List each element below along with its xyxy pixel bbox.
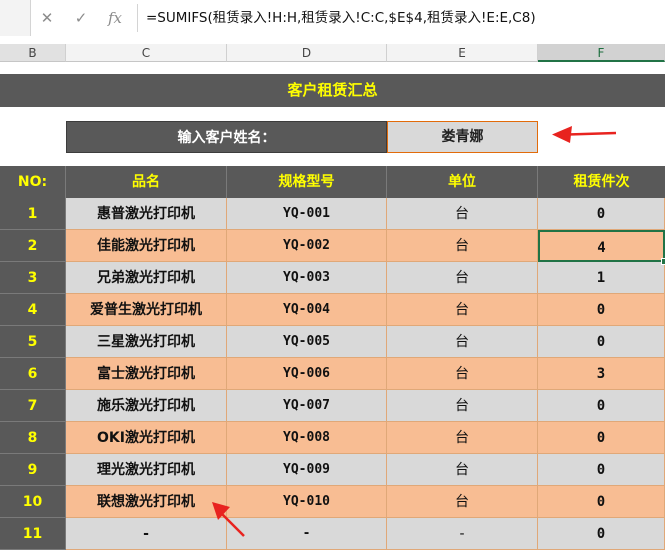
cell-model[interactable]: YQ-010 — [227, 486, 387, 518]
table-row: 6 富士激光打印机 YQ-006 台 3 — [0, 358, 665, 390]
cell-no[interactable]: 2 — [0, 230, 66, 262]
fill-handle[interactable] — [661, 258, 665, 265]
cell-unit[interactable]: 台 — [387, 230, 538, 262]
cell-name[interactable]: 施乐激光打印机 — [66, 390, 227, 422]
cell-no[interactable]: 7 — [0, 390, 66, 422]
cell-no[interactable]: 5 — [0, 326, 66, 358]
cell-unit[interactable]: - — [387, 518, 538, 550]
cell-no[interactable]: 10 — [0, 486, 66, 518]
table-row: 1 惠普激光打印机 YQ-001 台 0 — [0, 198, 665, 230]
cell-model[interactable]: YQ-006 — [227, 358, 387, 390]
cell-model[interactable]: YQ-008 — [227, 422, 387, 454]
cell-unit[interactable]: 台 — [387, 390, 538, 422]
name-box-edge[interactable] — [0, 0, 31, 36]
cell-name[interactable]: 三星激光打印机 — [66, 326, 227, 358]
header-count[interactable]: 租赁件次 — [538, 166, 665, 198]
formula-input[interactable]: =SUMIFS(租赁录入!H:H,租赁录入!C:C,$E$4,租赁录入!E:E,… — [146, 0, 536, 36]
annotation-arrow-customer — [552, 126, 617, 143]
table-row: 9 理光激光打印机 YQ-009 台 0 — [0, 454, 665, 486]
table-row: 11- - -0 — [0, 518, 665, 550]
cell-model[interactable]: YQ-005 — [227, 326, 387, 358]
table-header-row: NO: 品名 规格型号 单位 租赁件次 — [0, 166, 665, 198]
cell-no[interactable]: 3 — [0, 262, 66, 294]
cell-model[interactable]: YQ-001 — [227, 198, 387, 230]
check-icon[interactable]: ✓ — [64, 4, 98, 32]
formula-bar-divider — [137, 4, 138, 32]
customer-name-label: 输入客户姓名： — [66, 121, 387, 153]
cell-name[interactable]: 爱普生激光打印机 — [66, 294, 227, 326]
cell-unit[interactable]: 台 — [387, 262, 538, 294]
cell-count[interactable]: 0 — [538, 326, 665, 358]
cell-model[interactable]: YQ-002 — [227, 230, 387, 262]
cell-no[interactable]: 6 — [0, 358, 66, 390]
cell-name[interactable]: OKI激光打印机 — [66, 422, 227, 454]
cell-count[interactable]: 0 — [538, 422, 665, 454]
header-model[interactable]: 规格型号 — [227, 166, 387, 198]
column-header-d[interactable]: D — [227, 44, 387, 62]
formula-bar-buttons: ✕ ✓ fx — [30, 4, 136, 32]
cell-no[interactable]: 9 — [0, 454, 66, 486]
cell-name[interactable]: 理光激光打印机 — [66, 454, 227, 486]
cell-name[interactable]: 富士激光打印机 — [66, 358, 227, 390]
cell-count[interactable]: 0 — [538, 294, 665, 326]
cell-unit[interactable]: 台 — [387, 486, 538, 518]
cell-model[interactable]: YQ-009 — [227, 454, 387, 486]
cell-no[interactable]: 1 — [0, 198, 66, 230]
cell-name[interactable]: 兄弟激光打印机 — [66, 262, 227, 294]
cell-count[interactable]: 0 — [538, 390, 665, 422]
cell-count[interactable]: 3 — [538, 358, 665, 390]
cell-model[interactable]: YQ-004 — [227, 294, 387, 326]
fx-icon[interactable]: fx — [98, 4, 132, 32]
table-row: 3 兄弟激光打印机 YQ-003 台 1 — [0, 262, 665, 294]
cell-unit[interactable]: 台 — [387, 198, 538, 230]
cell-unit[interactable]: 台 — [387, 294, 538, 326]
cell-name[interactable]: 惠普激光打印机 — [66, 198, 227, 230]
close-icon[interactable]: ✕ — [30, 4, 64, 32]
cell-model[interactable]: - — [227, 518, 387, 550]
cell-count[interactable]: 0 — [538, 198, 665, 230]
cell-model[interactable]: YQ-003 — [227, 262, 387, 294]
cell-no[interactable]: 4 — [0, 294, 66, 326]
cell-name[interactable]: - — [66, 518, 227, 550]
cell-count[interactable]: 1 — [538, 262, 665, 294]
header-unit[interactable]: 单位 — [387, 166, 538, 198]
cell-count[interactable]: 0 — [538, 486, 665, 518]
cell-unit[interactable]: 台 — [387, 422, 538, 454]
cell-name[interactable]: 联想激光打印机 — [66, 486, 227, 518]
table-row: 10 联想激光打印机 YQ-010 台 0 — [0, 486, 665, 518]
table-row: 2 佳能激光打印机 YQ-002 台 4 — [0, 230, 665, 262]
sheet-title: 客户租赁汇总 — [0, 74, 665, 107]
table-row: 4 爱普生激光打印机 YQ-004 台 0 — [0, 294, 665, 326]
annotation-arrow-row — [212, 502, 245, 537]
table-row: 5 三星激光打印机 YQ-005 台 0 — [0, 326, 665, 358]
cell-no[interactable]: 11 — [0, 518, 66, 550]
active-cell[interactable]: 4 — [538, 230, 665, 262]
cell-no[interactable]: 8 — [0, 422, 66, 454]
cell-unit[interactable]: 台 — [387, 454, 538, 486]
cell-unit[interactable]: 台 — [387, 326, 538, 358]
cell-model[interactable]: YQ-007 — [227, 390, 387, 422]
header-name[interactable]: 品名 — [66, 166, 227, 198]
column-header-b[interactable]: B — [0, 44, 66, 62]
column-header-e[interactable]: E — [387, 44, 538, 62]
column-header-c[interactable]: C — [66, 44, 227, 62]
cell-count[interactable]: 0 — [538, 518, 665, 550]
cell-count[interactable]: 0 — [538, 454, 665, 486]
column-header-f[interactable]: F — [538, 44, 665, 62]
cell-unit[interactable]: 台 — [387, 358, 538, 390]
formula-bar: ✕ ✓ fx =SUMIFS(租赁录入!H:H,租赁录入!C:C,$E$4,租赁… — [0, 0, 665, 36]
header-no[interactable]: NO: — [0, 166, 66, 198]
table-row: 8 OKI激光打印机 YQ-008 台 0 — [0, 422, 665, 454]
cell-name[interactable]: 佳能激光打印机 — [66, 230, 227, 262]
customer-name-cell[interactable]: 娄青娜 — [387, 121, 538, 153]
table-row: 7 施乐激光打印机 YQ-007 台 0 — [0, 390, 665, 422]
